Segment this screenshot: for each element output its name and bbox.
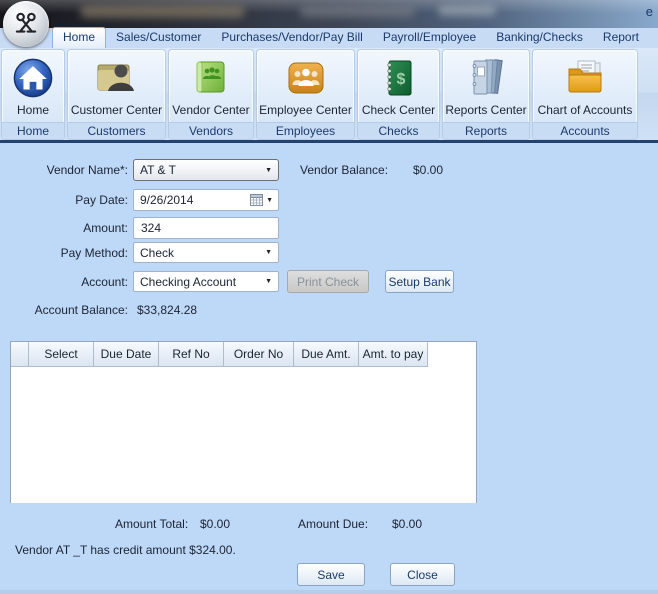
reports-center-button[interactable]: Reports Center — [443, 50, 529, 122]
ribbon-group-vendors: Vendor Center Vendors — [169, 50, 253, 139]
account-value: Checking Account — [140, 274, 237, 289]
dropdown-arrow-icon: ▼ — [265, 278, 272, 285]
window-bottom-edge — [0, 590, 658, 594]
pay-bill-form: Vendor Name*: AT & T ▼ Vendor Balance: $… — [0, 146, 658, 594]
pay-date-value: 9/26/2014 — [140, 193, 194, 207]
tab-sales-customer[interactable]: Sales/Customer — [106, 28, 211, 48]
print-check-button[interactable]: Print Check — [287, 270, 369, 293]
chart-of-accounts-icon — [563, 52, 607, 103]
customer-center-icon — [95, 52, 139, 103]
calendar-icon[interactable] — [250, 194, 264, 206]
employee-center-button[interactable]: Employee Center — [257, 50, 354, 122]
chart-of-accounts-button[interactable]: Chart of Accounts — [533, 50, 637, 122]
pay-method-select[interactable]: Check ▼ — [133, 242, 279, 263]
reports-center-icon — [464, 52, 508, 103]
blurred-title-text — [80, 5, 245, 18]
ribbon-button-label: Home — [16, 103, 49, 117]
bills-table: Select Due Date Ref No Order No Due Amt.… — [10, 341, 477, 503]
ribbon-group-label: Employees — [257, 122, 354, 139]
ribbon-button-label: Employee Center — [259, 103, 352, 117]
column-header-ref-no: Ref No — [159, 342, 224, 367]
ribbon-group-employees: Employee Center Employees — [257, 50, 354, 139]
check-center-icon: $ — [377, 52, 421, 103]
vendor-balance-label: Vendor Balance: — [300, 163, 389, 177]
ribbon-button-label: Reports Center — [445, 103, 527, 117]
ribbon-group-label: Home — [2, 122, 64, 139]
customer-center-button[interactable]: Customer Center — [68, 50, 165, 122]
ribbon-group-checks: $ Check Center Checks — [358, 50, 439, 139]
tab-home[interactable]: Home — [52, 27, 107, 48]
blurred-title-text — [438, 5, 496, 16]
vendor-center-icon — [189, 52, 233, 103]
dropdown-arrow-icon: ▼ — [265, 166, 272, 174]
dropdown-arrow-icon: ▼ — [265, 249, 272, 256]
ribbon-group-label: Vendors — [169, 122, 253, 139]
column-header-due-amt: Due Amt. — [294, 342, 359, 367]
vendor-name-label: Vendor Name*: — [46, 163, 128, 177]
ribbon-group-home: Home Home — [2, 50, 64, 139]
home-icon — [12, 52, 54, 103]
ribbon-button-label: Vendor Center — [172, 103, 250, 117]
check-center-button[interactable]: $ Check Center — [358, 50, 439, 122]
ribbon-button-label: Check Center — [361, 103, 436, 117]
ribbon-tabstrip: Home Sales/Customer Purchases/Vendor/Pay… — [0, 27, 658, 48]
ribbon-group-label: Customers — [68, 122, 165, 139]
pay-date-label: Pay Date: — [75, 193, 128, 207]
bills-table-body — [11, 367, 476, 503]
ribbon-group-customers: Customer Center Customers — [68, 50, 165, 139]
pay-method-label: Pay Method: — [60, 246, 128, 260]
titlebar: e — [0, 0, 658, 28]
ribbon-group-label: Accounts — [533, 122, 637, 139]
blurred-title-text — [300, 6, 415, 17]
close-button[interactable]: Close — [390, 563, 455, 586]
tab-report[interactable]: Report — [593, 28, 649, 48]
ribbon-button-label: Customer Center — [70, 103, 163, 117]
credit-message: Vendor AT _T has credit amount $324.00. — [15, 543, 236, 557]
vendor-name-select[interactable]: AT & T ▼ — [133, 159, 279, 181]
amount-total-label: Amount Total: — [115, 517, 189, 531]
vendor-balance-value: $0.00 — [413, 163, 444, 177]
app-logo-icon — [15, 12, 37, 33]
titlebar-partial-text: e — [645, 4, 653, 19]
ribbon-button-label: Chart of Accounts — [537, 103, 633, 117]
amount-total-value: $0.00 — [200, 517, 231, 531]
home-button[interactable]: Home — [2, 50, 64, 122]
amount-label: Amount: — [83, 221, 128, 235]
pay-date-input[interactable]: 9/26/2014 ▼ — [133, 189, 279, 211]
save-button[interactable]: Save — [297, 563, 365, 586]
svg-text:$: $ — [396, 71, 405, 88]
account-balance-label: Account Balance: — [34, 303, 128, 317]
dropdown-arrow-icon[interactable]: ▼ — [266, 197, 273, 204]
ribbon-group-accounts: Chart of Accounts Accounts — [533, 50, 637, 139]
column-header-order-no: Order No — [224, 342, 294, 367]
column-header-select: Select — [29, 342, 94, 367]
column-header-due-date: Due Date — [94, 342, 159, 367]
account-select[interactable]: Checking Account ▼ — [133, 271, 279, 292]
app-menu-button[interactable] — [3, 1, 49, 47]
pay-method-value: Check — [140, 245, 175, 260]
column-header-blank — [11, 342, 29, 367]
tab-purchases-vendor-pay-bill[interactable]: Purchases/Vendor/Pay Bill — [211, 28, 372, 48]
ribbon: Home Home Customer Center Customers Vend… — [0, 48, 658, 143]
tab-import-export[interactable]: Import/Expo — [649, 28, 658, 48]
vendor-center-button[interactable]: Vendor Center — [169, 50, 253, 122]
app-window: e Home Sales/Customer Purchases/Vendor/P… — [0, 0, 658, 594]
tab-payroll-employee[interactable]: Payroll/Employee — [373, 28, 486, 48]
bills-table-header: Select Due Date Ref No Order No Due Amt.… — [11, 342, 476, 367]
amount-due-label: Amount Due: — [298, 517, 369, 531]
ribbon-group-label: Checks — [358, 122, 439, 139]
vendor-name-value: AT & T — [140, 163, 177, 177]
ribbon-group-reports: Reports Center Reports — [443, 50, 529, 139]
amount-due-value: $0.00 — [392, 517, 423, 531]
tab-banking-checks[interactable]: Banking/Checks — [486, 28, 593, 48]
account-balance-value: $33,824.28 — [137, 303, 198, 317]
setup-bank-button[interactable]: Setup Bank — [385, 270, 454, 293]
account-label: Account: — [81, 275, 128, 289]
column-header-amt-to-pay: Amt. to pay — [359, 342, 428, 367]
amount-input[interactable] — [133, 217, 279, 239]
ribbon-group-label: Reports — [443, 122, 529, 139]
employee-center-icon — [284, 52, 328, 103]
